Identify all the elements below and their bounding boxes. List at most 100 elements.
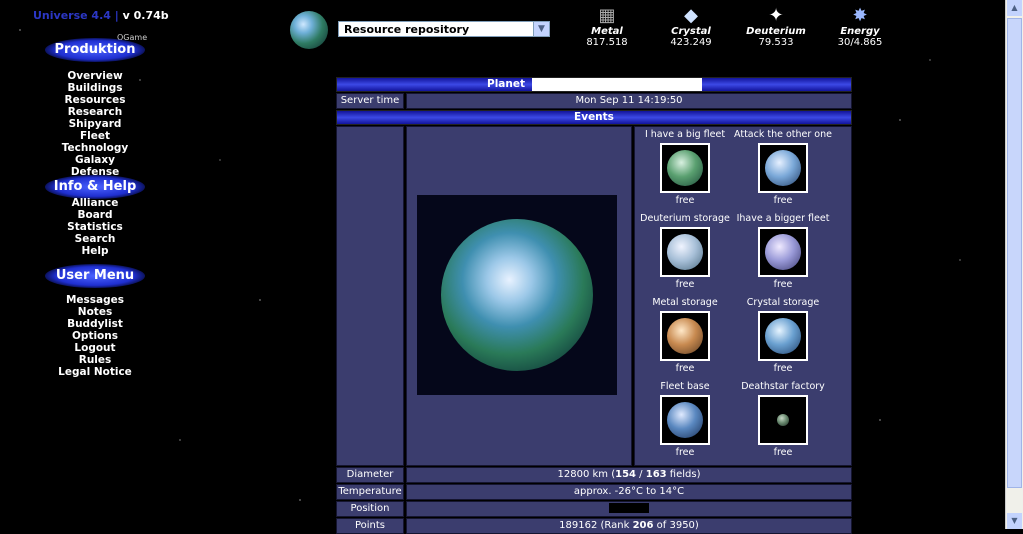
menu-item-buildings[interactable]: Buildings: [45, 82, 145, 94]
planet-thumbnail[interactable]: [290, 11, 328, 49]
info-menu: Alliance Board Statistics Search Help: [45, 197, 145, 257]
menu-item-technology[interactable]: Technology: [45, 142, 145, 154]
moon-title[interactable]: Deuterium storage: [635, 213, 735, 225]
menu-item-options[interactable]: Options: [45, 330, 145, 342]
vertical-scrollbar[interactable]: ▲ ▼: [1005, 0, 1023, 529]
position-value[interactable]: [406, 501, 852, 517]
temperature-label: Temperature: [336, 484, 404, 500]
moon-title[interactable]: Metal storage: [635, 297, 735, 309]
moon-globe: [667, 234, 703, 270]
fields-total: 163: [645, 469, 667, 480]
moon-status: free: [675, 363, 695, 374]
menu-item-shipyard[interactable]: Shipyard: [45, 118, 145, 130]
resource-value: 79.533: [758, 37, 794, 48]
moon-image[interactable]: [758, 395, 808, 445]
moon-slot[interactable]: Metal storage free: [635, 297, 735, 375]
moon-title[interactable]: Attack the other one: [733, 129, 833, 141]
crystal-icon: ◆: [684, 5, 698, 26]
position-row: Position: [336, 501, 852, 517]
menu-item-legal-notice[interactable]: Legal Notice: [45, 366, 145, 378]
menu-item-galaxy[interactable]: Galaxy: [45, 154, 145, 166]
user-menu-title: User Menu: [45, 264, 145, 288]
scroll-thumb[interactable]: [1007, 18, 1022, 488]
moons-grid: I have a big fleet free Attack the other o…: [634, 126, 852, 466]
points-number: 189162 (Rank: [559, 520, 633, 531]
moon-title[interactable]: Ihave a bigger fleet: [733, 213, 833, 225]
planet-header-label: Planet: [487, 78, 525, 90]
moon-status: free: [675, 195, 695, 206]
temperature-value: approx. -26°C to 14°C: [406, 484, 852, 500]
scroll-down-icon[interactable]: ▼: [1007, 513, 1022, 529]
menu-item-help[interactable]: Help: [45, 245, 145, 257]
moon-globe: [777, 414, 789, 426]
deuterium-icon: ✦: [768, 5, 784, 26]
info-help-title: Info & Help: [45, 175, 145, 199]
moon-slot[interactable]: Ihave a bigger fleet free: [733, 213, 833, 291]
moon-title[interactable]: Fleet base: [635, 381, 735, 393]
menu-item-board[interactable]: Board: [45, 209, 145, 221]
fields-used: 154: [615, 469, 636, 480]
moon-globe: [765, 234, 801, 270]
moon-slot[interactable]: I have a big fleet free: [635, 129, 735, 207]
menu-item-overview[interactable]: Overview: [45, 70, 145, 82]
moon-image[interactable]: [660, 227, 710, 277]
planet-image-cell: [406, 126, 632, 466]
planet-select[interactable]: Resource repository ▼: [338, 21, 550, 37]
menu-item-messages[interactable]: Messages: [45, 294, 145, 306]
diameter-row: Diameter 12800 km (154 / 163 fields): [336, 467, 852, 483]
resource-energy: ✸ Energy 30/4.865: [825, 5, 895, 49]
left-menu: Universe 4.4 | v 0.74b OGame Produktion …: [0, 0, 200, 529]
user-menu: Messages Notes Buddylist Options Logout Rules…: [45, 294, 145, 378]
moon-globe: [667, 318, 703, 354]
menu-item-resources[interactable]: Resources: [45, 94, 145, 106]
moon-status: free: [675, 279, 695, 290]
moon-status: free: [773, 279, 793, 290]
scroll-up-icon[interactable]: ▲: [1007, 0, 1022, 16]
moon-image[interactable]: [660, 395, 710, 445]
moon-globe: [765, 150, 801, 186]
moon-title[interactable]: Deathstar factory: [733, 381, 833, 393]
moon-title[interactable]: Crystal storage: [733, 297, 833, 309]
menu-item-fleet[interactable]: Fleet: [45, 130, 145, 142]
moon-image[interactable]: [660, 143, 710, 193]
produktion-title: Produktion: [45, 38, 145, 62]
events-body: I have a big fleet free Attack the other o…: [336, 126, 852, 466]
moon-slot[interactable]: Deathstar factory free: [733, 381, 833, 459]
energy-icon: ✸: [852, 5, 868, 26]
menu-item-notes[interactable]: Notes: [45, 306, 145, 318]
planet-header: Planet: [336, 77, 852, 92]
planet-name-redacted: [532, 78, 702, 91]
temperature-row: Temperature approx. -26°C to 14°C: [336, 484, 852, 500]
produktion-menu: Overview Buildings Resources Research Shipya…: [45, 70, 145, 178]
moon-slot[interactable]: Attack the other one free: [733, 129, 833, 207]
events-left-cell: [336, 126, 404, 466]
moon-slot[interactable]: Deuterium storage free: [635, 213, 735, 291]
moon-image[interactable]: [758, 143, 808, 193]
planet-globe: [441, 219, 593, 371]
moon-image[interactable]: [660, 311, 710, 361]
position-link-redacted[interactable]: [609, 503, 649, 513]
menu-item-logout[interactable]: Logout: [45, 342, 145, 354]
moon-image[interactable]: [758, 311, 808, 361]
menu-item-rules[interactable]: Rules: [45, 354, 145, 366]
resource-label: Energy: [840, 26, 880, 37]
version-label: v 0.74b: [122, 9, 169, 22]
menu-item-research[interactable]: Research: [45, 106, 145, 118]
resource-metal: ▦ Metal 817.518: [572, 5, 642, 49]
resource-label: Metal: [591, 26, 623, 37]
chevron-down-icon[interactable]: ▼: [533, 22, 549, 36]
menu-item-alliance[interactable]: Alliance: [45, 197, 145, 209]
moon-image[interactable]: [758, 227, 808, 277]
moon-title[interactable]: I have a big fleet: [635, 129, 735, 141]
menu-item-buddylist[interactable]: Buddylist: [45, 318, 145, 330]
moon-slot[interactable]: Fleet base free: [635, 381, 735, 459]
menu-item-statistics[interactable]: Statistics: [45, 221, 145, 233]
menu-item-search[interactable]: Search: [45, 233, 145, 245]
metal-icon: ▦: [598, 5, 616, 26]
moon-slot[interactable]: Crystal storage free: [733, 297, 833, 375]
resource-label: Crystal: [671, 26, 711, 37]
rank-value: 206: [632, 520, 654, 531]
server-time-value: Mon Sep 11 14:19:50: [406, 93, 852, 109]
resource-value: 817.518: [586, 37, 628, 48]
resource-label: Deuterium: [746, 26, 806, 37]
